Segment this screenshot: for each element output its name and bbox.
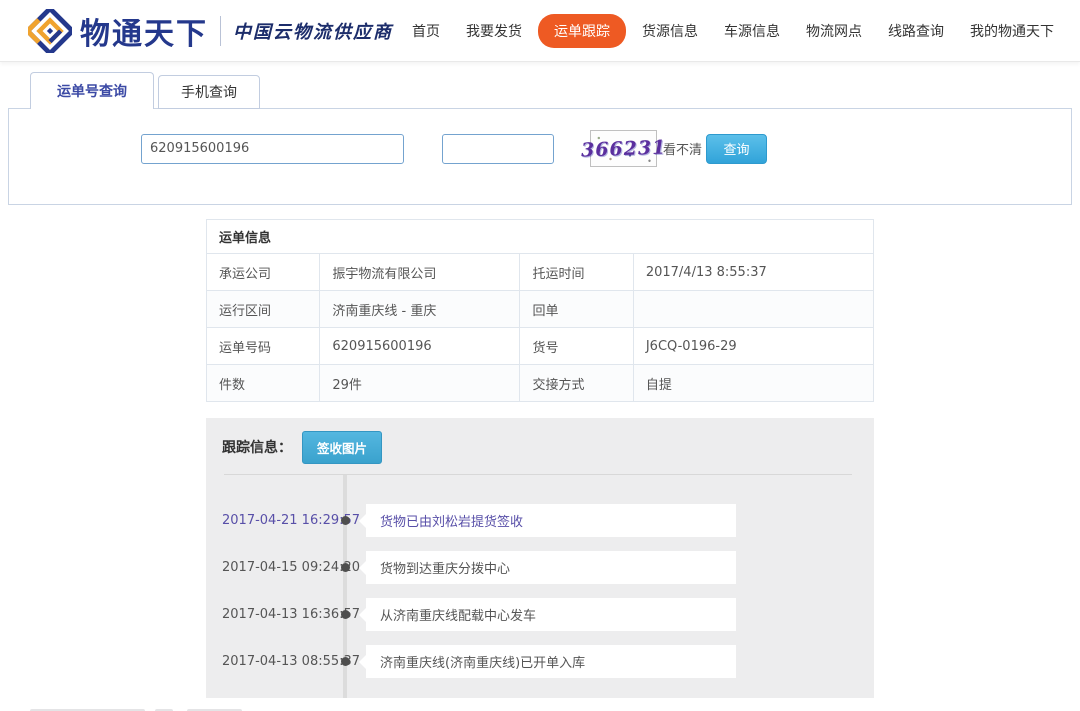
search-section: 运单号查询 手机查询 366231 看不清 查询 [8, 72, 1072, 205]
brand-name: 物通天下 [80, 9, 208, 53]
waybill-number-input[interactable] [141, 134, 404, 164]
cell-value: 振宇物流有限公司 [320, 254, 520, 291]
event-time: 2017-04-21 16:29:57 [222, 513, 327, 528]
cell-label: 承运公司 [207, 254, 320, 291]
nav-item-route-query[interactable]: 线路查询 [878, 15, 954, 47]
header: 物通天下 中国云物流供应商 首页 我要发货 运单跟踪 货源信息 车源信息 物流网… [0, 0, 1080, 62]
nav-item-logistics-outlets[interactable]: 物流网点 [796, 15, 872, 47]
tracking-title: 跟踪信息： [222, 437, 292, 457]
brand-tagline: 中国云物流供应商 [233, 18, 393, 44]
cell-label: 运单号码 [207, 328, 320, 365]
cell-label: 货号 [520, 328, 633, 365]
brand-divider [220, 16, 221, 46]
cell-label: 托运时间 [520, 254, 633, 291]
cell-value [633, 291, 873, 328]
nav-item-waybill-tracking[interactable]: 运单跟踪 [538, 14, 626, 48]
timeline-event: 2017-04-15 09:24:20 货物到达重庆分拨中心 [222, 544, 858, 591]
query-tabs: 运单号查询 手机查询 [30, 72, 1072, 109]
nav-item-vehicle-info[interactable]: 车源信息 [714, 15, 790, 47]
timeline-event: 2017-04-21 16:29:57 货物已由刘松岩提货签收 [222, 497, 858, 544]
waybill-info-table: 运单信息 承运公司 振宇物流有限公司 托运时间 2017/4/13 8:55:3… [206, 219, 874, 402]
cell-value: 620915600196 [320, 328, 520, 365]
table-row: 承运公司 振宇物流有限公司 托运时间 2017/4/13 8:55:37 [207, 254, 874, 291]
diamond-logo-icon [28, 9, 72, 53]
timeline-event: 2017-04-13 16:36:57 从济南重庆线配载中心发车 [222, 591, 858, 638]
cell-label: 件数 [207, 365, 320, 402]
tab-phone-query[interactable]: 手机查询 [158, 75, 260, 109]
event-message: 货物到达重庆分拨中心 [366, 551, 736, 584]
tab-waybill-number-query[interactable]: 运单号查询 [30, 72, 154, 109]
cell-label: 运行区间 [207, 291, 320, 328]
timeline-dot-icon [341, 516, 350, 525]
event-time: 2017-04-13 08:55:37 [222, 654, 327, 669]
event-time: 2017-04-13 16:36:57 [222, 607, 327, 622]
cell-label: 回单 [520, 291, 633, 328]
event-message: 货物已由刘松岩提货签收 [366, 504, 736, 537]
tracking-timeline: 2017-04-21 16:29:57 货物已由刘松岩提货签收 2017-04-… [222, 475, 858, 698]
cell-label: 交接方式 [520, 365, 633, 402]
event-message: 从济南重庆线配载中心发车 [366, 598, 736, 631]
search-panel: 366231 看不清 查询 [8, 108, 1072, 205]
cell-value: J6CQ-0196-29 [633, 328, 873, 365]
timeline-event: 2017-04-13 08:55:37 济南重庆线(济南重庆线)已开单入库 [222, 638, 858, 685]
result-area: 运单信息 承运公司 振宇物流有限公司 托运时间 2017/4/13 8:55:3… [206, 219, 874, 698]
main-nav: 首页 我要发货 运单跟踪 货源信息 车源信息 物流网点 线路查询 我的物通天下 [402, 14, 1064, 48]
table-row: 运单号码 620915600196 货号 J6CQ-0196-29 [207, 328, 874, 365]
tracking-header: 跟踪信息： 签收图片 [222, 432, 858, 462]
table-row: 运行区间 济南重庆线 - 重庆 回单 [207, 291, 874, 328]
query-button[interactable]: 查询 [706, 134, 767, 164]
nav-item-home[interactable]: 首页 [402, 15, 450, 47]
event-time: 2017-04-15 09:24:20 [222, 560, 327, 575]
nav-item-cargo-info[interactable]: 货源信息 [632, 15, 708, 47]
cell-value: 济南重庆线 - 重庆 [320, 291, 520, 328]
footer-clipped-text [30, 705, 1080, 711]
cell-value: 自提 [633, 365, 873, 402]
nav-item-my-account[interactable]: 我的物通天下 [960, 15, 1064, 47]
table-row: 件数 29件 交接方式 自提 [207, 365, 874, 402]
nav-item-ship[interactable]: 我要发货 [456, 15, 532, 47]
captcha-refresh-link[interactable]: 看不清 [663, 139, 702, 158]
timeline-dot-icon [341, 657, 350, 666]
event-message: 济南重庆线(济南重庆线)已开单入库 [366, 645, 736, 678]
captcha-code-text: 366231 [580, 136, 666, 161]
cell-value: 2017/4/13 8:55:37 [633, 254, 873, 291]
receipt-image-button[interactable]: 签收图片 [302, 431, 382, 464]
captcha-input[interactable] [442, 134, 554, 164]
brand-logo[interactable]: 物通天下 中国云物流供应商 [28, 9, 393, 53]
timeline-dot-icon [341, 610, 350, 619]
cell-value: 29件 [320, 365, 520, 402]
waybill-info-title: 运单信息 [207, 220, 874, 254]
tracking-panel: 跟踪信息： 签收图片 2017-04-21 16:29:57 货物已由刘松岩提货… [206, 418, 874, 698]
timeline-dot-icon [341, 563, 350, 572]
search-form-row: 366231 看不清 查询 [9, 109, 1071, 167]
captcha-image[interactable]: 366231 [590, 130, 657, 167]
